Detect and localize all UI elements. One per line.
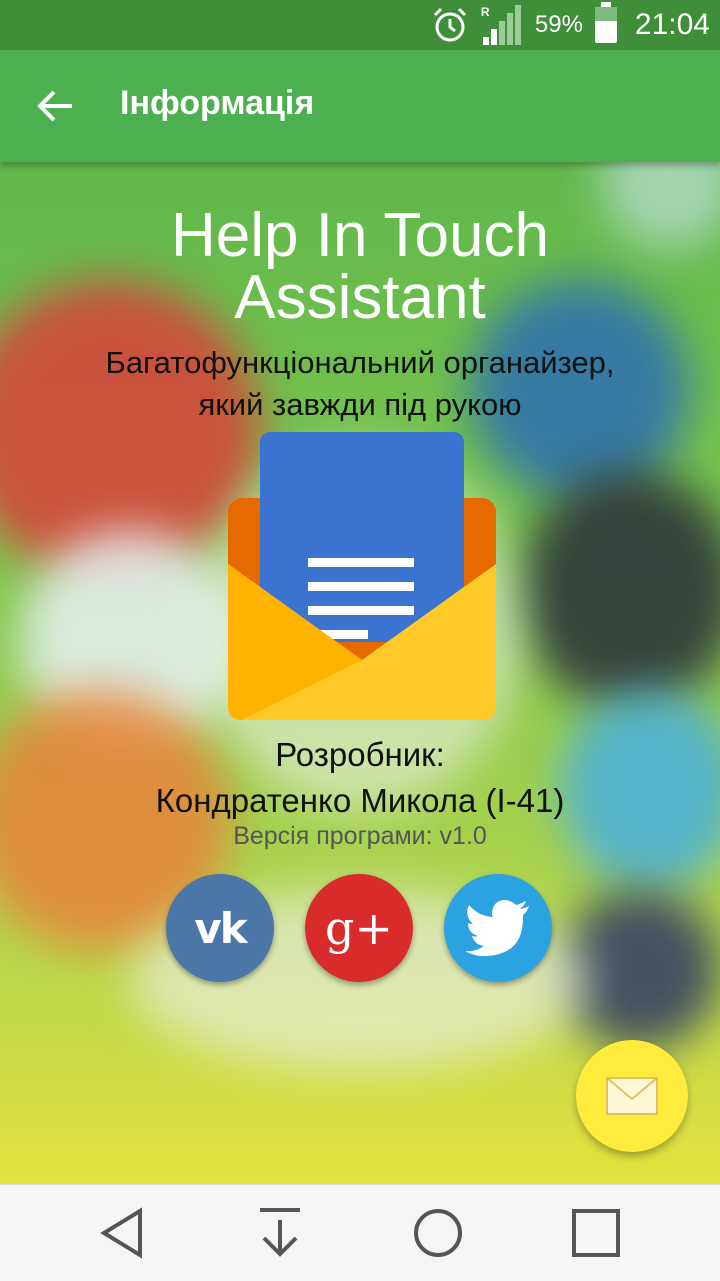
- system-nav-bar: [0, 1184, 720, 1281]
- nav-home-button[interactable]: [408, 1203, 468, 1263]
- twitter-icon: [465, 900, 529, 956]
- arrow-back-icon: [37, 90, 72, 122]
- vk-button[interactable]: vk: [166, 874, 274, 982]
- twitter-button[interactable]: [444, 874, 552, 982]
- subtitle-line1: Багатофункціональний органайзер,: [105, 345, 615, 380]
- app-version: Версія програми: v1.0: [233, 822, 487, 850]
- social-buttons: vk g+: [0, 874, 720, 986]
- status-icons: R 59% 21:04: [431, 0, 710, 50]
- subtitle-line2: який завжди під рукою: [198, 387, 522, 422]
- developer-info: Розробник: Кондратенко Микола (І-41): [0, 732, 720, 824]
- mail-icon: [606, 1077, 658, 1115]
- nav-down-icon: [260, 1208, 300, 1257]
- google-plus-icon: g+: [325, 901, 393, 955]
- google-plus-button[interactable]: g+: [305, 874, 413, 982]
- clock: 21:04: [634, 8, 710, 41]
- app-title-line1: Help In Touch: [171, 201, 549, 270]
- battery-icon: [594, 2, 617, 43]
- send-mail-fab[interactable]: [576, 1040, 688, 1152]
- nav-home-icon: [414, 1209, 462, 1257]
- app-subtitle: Багатофункціональний органайзер, який за…: [0, 342, 720, 426]
- app-title: Help In Touch Assistant: [0, 205, 720, 329]
- developer-name: Кондратенко Микола (І-41): [155, 782, 565, 819]
- app-title-line2: Assistant: [234, 263, 486, 332]
- status-bar: R 59% 21:04: [0, 0, 720, 50]
- developer-label: Розробник:: [275, 736, 445, 773]
- battery-percent: 59%: [534, 11, 583, 38]
- page-title: Інформація: [120, 84, 315, 122]
- nav-back-icon: [100, 1207, 142, 1259]
- nav-back-button[interactable]: [92, 1203, 152, 1263]
- nav-recents-icon: [572, 1209, 620, 1257]
- nav-recents-button[interactable]: [566, 1203, 626, 1263]
- app-toolbar: Інформація: [0, 50, 720, 162]
- app-logo-envelope-icon: [228, 432, 496, 720]
- back-button[interactable]: [28, 78, 84, 134]
- alarm-icon: [433, 7, 466, 42]
- signal-icon: R: [481, 5, 523, 45]
- nav-down-button[interactable]: [250, 1203, 310, 1263]
- vk-icon: vk: [194, 903, 247, 953]
